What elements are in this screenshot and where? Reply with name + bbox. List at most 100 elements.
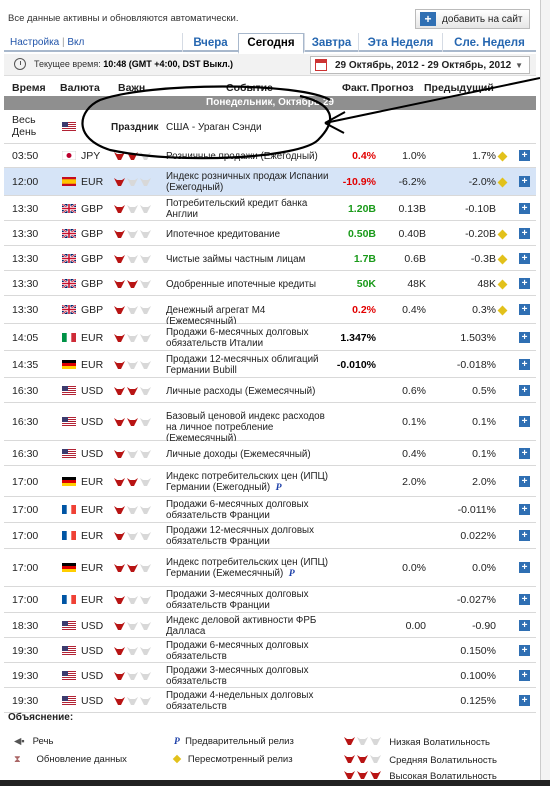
table-row[interactable]: 19:30 USD Продажи 4-недельных долговых обя… xyxy=(4,688,536,713)
table-row[interactable]: 14:35 EUR Продажи 12-месячных облигаций Ге… xyxy=(4,351,536,378)
expand-plus-icon[interactable]: + xyxy=(519,203,530,214)
expand-plus-icon[interactable]: + xyxy=(519,278,530,289)
row-event-wrap[interactable]: Базовый ценовой индекс расходов на лично… xyxy=(166,411,331,444)
row-event-wrap[interactable]: Ипотечное кредитование xyxy=(166,229,331,240)
expand-plus-icon[interactable]: + xyxy=(519,150,530,161)
expand-plus-icon[interactable]: + xyxy=(519,504,530,515)
expand-plus-icon[interactable]: + xyxy=(519,476,530,487)
expand-plus-icon[interactable]: + xyxy=(519,620,530,631)
row-event-wrap[interactable]: Индекс потребительских цен (ИПЦ) Германи… xyxy=(166,557,331,579)
row-event-wrap[interactable]: Индекс деловой активности ФРБ Далласа xyxy=(166,615,331,637)
table-row[interactable]: 17:00 EUR Продажи 12-месячных долговых обя… xyxy=(4,523,536,549)
row-event[interactable]: Индекс розничных продаж Испании (Ежегодн… xyxy=(166,171,328,193)
expand-plus-icon[interactable]: + xyxy=(519,645,530,656)
table-row[interactable]: 17:00 EUR Продажи 3-месячных долговых обяз… xyxy=(4,587,536,613)
row-event[interactable]: Продажи 12-месячных облигаций Германии B… xyxy=(166,354,319,376)
expand-plus-icon[interactable]: + xyxy=(519,304,530,315)
row-event[interactable]: Розничные продажи (Ежегодный) xyxy=(166,151,318,162)
expand-plus-icon[interactable]: + xyxy=(519,448,530,459)
add-to-site-button[interactable]: + добавить на сайт xyxy=(415,9,530,29)
row-event[interactable]: Одобренные ипотечные кредиты xyxy=(166,279,316,290)
settings-toggle[interactable]: Настройка | Вкл xyxy=(10,37,84,48)
row-event-wrap[interactable]: Индекс потребительских цен (ИПЦ) Германи… xyxy=(166,471,331,493)
expand-plus-icon[interactable]: + xyxy=(519,416,530,427)
expand-plus-icon[interactable]: + xyxy=(519,562,530,573)
row-event[interactable]: Ипотечное кредитование xyxy=(166,229,280,240)
row-event[interactable]: Продажи 3-месячных долговых обязательств xyxy=(166,665,309,687)
table-row[interactable]: 14:05 EUR Продажи 6-месячных долговых обяз… xyxy=(4,324,536,351)
row-event-wrap[interactable]: Продажи 4-недельных долговых обязательст… xyxy=(166,690,331,712)
row-event[interactable]: Базовый ценовой индекс расходов на лично… xyxy=(166,411,325,444)
row-event-wrap[interactable]: Продажи 6-месячных долговых обязательств… xyxy=(166,327,331,349)
row-event[interactable]: Чистые займы частным лицам xyxy=(166,254,305,265)
table-row[interactable]: 13:30 GBP Ипотечное кредитование 0.50B 0.40B… xyxy=(4,221,536,246)
table-row[interactable]: 17:00 EUR Продажи 6-месячных долговых обяз… xyxy=(4,497,536,523)
table-row[interactable]: 13:30 GBP Денежный агрегат M4 (Ежемесячный… xyxy=(4,296,536,327)
tab-yesterday[interactable]: Вчера xyxy=(182,33,238,52)
expand-plus-icon[interactable]: + xyxy=(519,253,530,264)
row-event-wrap[interactable]: Чистые займы частным лицам xyxy=(166,254,331,265)
header-time: Время xyxy=(12,82,46,94)
table-row[interactable]: 19:30 USD Продажи 6-месячных долговых обяз… xyxy=(4,638,536,663)
expand-plus-icon[interactable]: + xyxy=(519,530,530,541)
row-event-wrap[interactable]: Продажи 12-месячных облигаций Германии B… xyxy=(166,354,331,376)
table-row[interactable]: 13:30 GBP Чистые займы частным лицам 1.7B 0.… xyxy=(4,246,536,271)
row-forecast: 48K xyxy=(407,278,426,290)
table-row[interactable]: 13:30 GBP Потребительский кредит банка Анг… xyxy=(4,196,536,221)
row-event[interactable]: Личные доходы (Ежемесячный) xyxy=(166,449,311,460)
row-forecast: 0.6% xyxy=(402,385,426,397)
expand-plus-icon[interactable]: + xyxy=(519,359,530,370)
tab-tomorrow[interactable]: Завтра xyxy=(304,33,358,52)
row-event[interactable]: Продажи 6-месячных долговых обязательств… xyxy=(166,499,309,521)
row-event-wrap[interactable]: Розничные продажи (Ежегодный) xyxy=(166,151,331,162)
row-event[interactable]: Продажи 6-месячных долговых обязательств… xyxy=(166,327,309,349)
row-event[interactable]: Потребительский кредит банка Англии xyxy=(166,198,307,220)
row-event[interactable]: Продажи 6-месячных долговых обязательств xyxy=(166,640,309,662)
row-event-wrap[interactable]: Продажи 12-месячных долговых обязательст… xyxy=(166,525,331,547)
row-event-wrap[interactable]: Личные доходы (Ежемесячный) xyxy=(166,449,331,460)
table-row[interactable]: 03:50 JPY Розничные продажи (Ежегодный) 0.4… xyxy=(4,144,536,168)
row-forecast: 0.40B xyxy=(398,228,426,240)
row-time: 19:30 xyxy=(12,645,39,657)
tab-next-week[interactable]: Сле. Неделя xyxy=(442,33,536,52)
row-event[interactable]: Индекс деловой активности ФРБ Далласа xyxy=(166,615,316,637)
row-event[interactable]: Индекс потребительских цен (ИПЦ) Германи… xyxy=(166,557,328,579)
row-event[interactable]: Продажи 12-месячных долговых обязательст… xyxy=(166,525,314,547)
row-actual: 1.7B xyxy=(353,253,376,265)
expand-plus-icon[interactable]: + xyxy=(519,594,530,605)
table-row[interactable]: 17:00 EUR Индекс потребительских цен (ИПЦ)… xyxy=(4,549,536,587)
row-event[interactable]: Продажи 3-месячных долговых обязательств… xyxy=(166,589,309,611)
row-event-wrap[interactable]: Продажи 3-месячных долговых обязательств xyxy=(166,665,331,687)
expand-plus-icon[interactable]: + xyxy=(519,176,530,187)
expand-plus-icon[interactable]: + xyxy=(519,228,530,239)
tab-this-week[interactable]: Эта Неделя xyxy=(358,33,442,52)
tab-today[interactable]: Сегодня xyxy=(238,33,304,54)
table-row[interactable]: 16:30 USD Личные расходы (Ежемесячный) 0.6%… xyxy=(4,378,536,403)
row-previous: 48K xyxy=(477,278,496,290)
table-row[interactable]: 17:00 EUR Индекс потребительских цен (ИПЦ)… xyxy=(4,466,536,497)
importance-bull-icons xyxy=(114,563,154,573)
table-row[interactable]: 19:30 USD Продажи 3-месячных долговых обяз… xyxy=(4,663,536,688)
row-time: 03:50 xyxy=(12,150,39,162)
row-event-wrap[interactable]: Одобренные ипотечные кредиты xyxy=(166,279,331,290)
table-row[interactable]: 16:30 USD Личные доходы (Ежемесячный) 0.4% 0… xyxy=(4,441,536,466)
row-event-wrap[interactable]: Продажи 6-месячных долговых обязательств xyxy=(166,640,331,662)
table-row[interactable]: 13:30 GBP Одобренные ипотечные кредиты 50K 4… xyxy=(4,271,536,296)
expand-plus-icon[interactable]: + xyxy=(519,695,530,706)
date-range-picker[interactable]: 29 Октябрь, 2012 - 29 Октябрь, 2012 ▼ xyxy=(310,56,530,74)
row-event-wrap[interactable]: Продажи 3-месячных долговых обязательств… xyxy=(166,589,331,611)
row-event-wrap[interactable]: Личные расходы (Ежемесячный) xyxy=(166,386,331,397)
expand-plus-icon[interactable]: + xyxy=(519,385,530,396)
row-event-wrap[interactable]: Индекс розничных продаж Испании (Ежегодн… xyxy=(166,171,331,193)
table-row[interactable]: 18:30 USD Индекс деловой активности ФРБ Да… xyxy=(4,613,536,638)
row-event[interactable]: Личные расходы (Ежемесячный) xyxy=(166,386,315,397)
expand-plus-icon[interactable]: + xyxy=(519,670,530,681)
expand-plus-icon[interactable]: + xyxy=(519,332,530,343)
row-event-wrap[interactable]: Продажи 6-месячных долговых обязательств… xyxy=(166,499,331,521)
row-event[interactable]: Продажи 4-недельных долговых обязательст… xyxy=(166,690,313,712)
table-row[interactable]: 12:00 EUR Индекс розничных продаж Испании … xyxy=(4,168,536,196)
row-event-wrap[interactable]: Потребительский кредит банка Англии xyxy=(166,198,331,220)
row-event[interactable]: Индекс потребительских цен (ИПЦ) Германи… xyxy=(166,471,328,493)
page-scrollbar[interactable] xyxy=(540,0,550,786)
table-row[interactable]: 16:30 USD Базовый ценовой индекс расходов … xyxy=(4,403,536,444)
